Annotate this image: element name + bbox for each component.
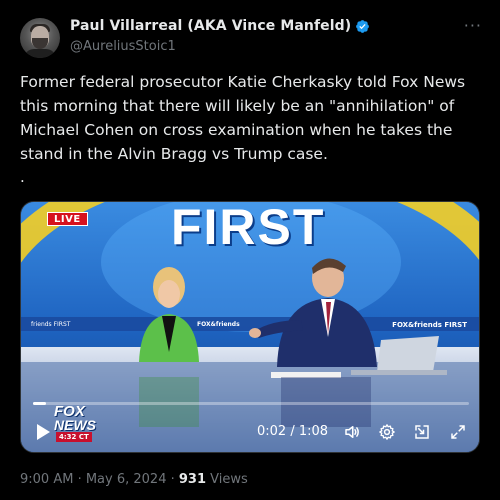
- author-display-name[interactable]: Paul Villarreal (AKA Vince Manfeld): [70, 18, 351, 34]
- live-badge: LIVE: [47, 212, 88, 226]
- post-timestamp[interactable]: 9:00 AM · May 6, 2024 ·: [20, 472, 179, 487]
- avatar[interactable]: [20, 18, 60, 58]
- fox-news-logo: FOX NEWS 4:32 CT: [54, 404, 108, 443]
- more-options-icon[interactable]: ···: [464, 16, 482, 35]
- views-label: Views: [206, 472, 248, 487]
- verified-badge-icon: [356, 19, 370, 33]
- exit-fullscreen-icon[interactable]: [413, 423, 431, 441]
- fox-logo-line2: NEWS: [54, 417, 96, 433]
- network-time: 4:32 CT: [56, 432, 92, 442]
- views-count: 931: [178, 472, 206, 487]
- author-name-line: Paul Villarreal (AKA Vince Manfeld): [70, 18, 370, 34]
- post-text: Former federal prosecutor Katie Cherkask…: [20, 70, 482, 166]
- ticker-mid: FOX&friends: [197, 321, 240, 328]
- author-handle[interactable]: @AureliusStoic1: [70, 39, 176, 54]
- ticker-right: FOX&friends FIRST: [392, 321, 467, 329]
- play-icon[interactable]: [35, 423, 51, 441]
- video-progress-fill: [33, 402, 47, 405]
- video-time-display: 0:02 / 1:08: [257, 424, 329, 439]
- volume-icon[interactable]: [343, 423, 361, 441]
- tweet: Paul Villarreal (AKA Vince Manfeld) @Aur…: [0, 0, 500, 500]
- post-trailing-dot: .: [20, 168, 25, 186]
- show-banner-text: FIRST: [171, 201, 326, 255]
- post-body: Former federal prosecutor Katie Cherkask…: [20, 73, 466, 163]
- post-metadata: 9:00 AM · May 6, 2024 · 931 Views: [20, 472, 248, 487]
- settings-icon[interactable]: [378, 423, 396, 441]
- fullscreen-icon[interactable]: [449, 423, 467, 441]
- ticker-left: friends FIRST: [31, 321, 71, 328]
- video-player[interactable]: FIRST LIVE friends FIRST FOX&friends FOX…: [20, 201, 480, 453]
